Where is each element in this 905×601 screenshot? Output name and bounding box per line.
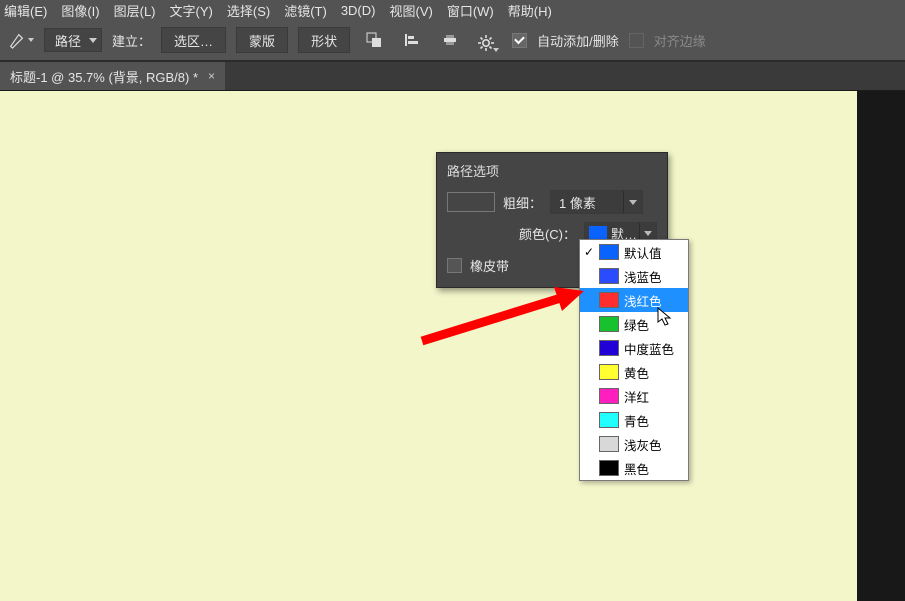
- color-option[interactable]: 黄色: [580, 360, 688, 384]
- color-swatch-icon: [599, 364, 619, 380]
- pen-tool-icon[interactable]: [8, 31, 26, 49]
- color-option[interactable]: 黑色: [580, 456, 688, 480]
- color-swatch-icon: [599, 412, 619, 428]
- check-icon: ✓: [584, 245, 594, 259]
- chevron-down-icon[interactable]: [623, 191, 642, 213]
- color-option-label: 青色: [624, 411, 649, 430]
- thickness-label: 粗细：: [503, 193, 542, 212]
- color-label: 颜色(C)：: [519, 224, 576, 243]
- make-mask-label: 蒙版: [249, 31, 275, 50]
- color-swatch-icon: [599, 292, 619, 308]
- color-option[interactable]: 浅灰色: [580, 432, 688, 456]
- options-bar: 路径 建立： 选区… 蒙版 形状 自动添加/删除 对齐边缘: [0, 20, 905, 61]
- color-option-label: 黄色: [624, 363, 649, 382]
- menu-3d[interactable]: 3D(D): [341, 3, 376, 18]
- mouse-cursor-icon: [657, 307, 673, 327]
- color-option-label: 中度蓝色: [624, 339, 674, 358]
- path-arrange-icon[interactable]: [436, 28, 464, 52]
- color-option[interactable]: 中度蓝色: [580, 336, 688, 360]
- chevron-down-icon: [493, 48, 499, 52]
- menu-edit[interactable]: 编辑(E): [4, 1, 47, 20]
- menu-help[interactable]: 帮助(H): [508, 1, 552, 20]
- color-swatch-icon: [599, 268, 619, 284]
- color-swatch-icon: [589, 226, 607, 240]
- align-edges-checkbox[interactable]: [629, 33, 644, 48]
- path-align-icon[interactable]: [398, 28, 426, 52]
- color-option[interactable]: 洋红: [580, 384, 688, 408]
- color-swatch-icon: [599, 388, 619, 404]
- rubber-band-label: 橡皮带: [470, 256, 509, 275]
- path-mode-label: 路径: [55, 31, 81, 50]
- path-operations-icon[interactable]: [360, 28, 388, 52]
- path-mode-dropdown[interactable]: 路径: [44, 28, 102, 52]
- auto-add-delete-label: 自动添加/删除: [537, 31, 619, 50]
- color-option[interactable]: 青色: [580, 408, 688, 432]
- thickness-input[interactable]: 1 像素: [550, 190, 643, 214]
- color-option-label: 浅红色: [624, 291, 662, 310]
- chevron-down-icon: [89, 38, 97, 43]
- popover-title: 路径选项: [437, 153, 667, 186]
- make-selection-button[interactable]: 选区…: [161, 27, 226, 53]
- color-option[interactable]: 浅蓝色: [580, 264, 688, 288]
- menu-select[interactable]: 选择(S): [227, 1, 270, 20]
- color-swatch-icon: [599, 316, 619, 332]
- menu-view[interactable]: 视图(V): [389, 1, 432, 20]
- preview-swatch[interactable]: [447, 192, 495, 212]
- color-option[interactable]: ✓ 默认值: [580, 240, 688, 264]
- annotation-arrow-icon: [414, 279, 594, 349]
- auto-add-delete-checkbox[interactable]: [512, 33, 527, 48]
- menu-layer[interactable]: 图层(L): [114, 1, 156, 20]
- menu-text[interactable]: 文字(Y): [170, 1, 213, 20]
- menu-bar: 编辑(E) 图像(I) 图层(L) 文字(Y) 选择(S) 滤镜(T) 3D(D…: [0, 0, 905, 20]
- color-option-label: 洋红: [624, 387, 649, 406]
- make-shape-button[interactable]: 形状: [298, 27, 350, 53]
- document-tab-bar: 标题-1 @ 35.7% (背景, RGB/8) * ×: [0, 61, 905, 91]
- path-settings-button[interactable]: [474, 28, 502, 52]
- rubber-band-checkbox[interactable]: [447, 258, 462, 273]
- document-tab-title: 标题-1 @ 35.7% (背景, RGB/8) *: [10, 67, 198, 86]
- thickness-value: 1 像素: [551, 193, 623, 212]
- color-dropdown-list: ✓ 默认值浅蓝色浅红色绿色中度蓝色黄色洋红青色浅灰色黑色: [579, 239, 689, 481]
- menu-window[interactable]: 窗口(W): [447, 1, 494, 20]
- make-shape-label: 形状: [311, 31, 337, 50]
- color-swatch-icon: [599, 460, 619, 476]
- document-tab[interactable]: 标题-1 @ 35.7% (背景, RGB/8) * ×: [0, 62, 225, 90]
- tool-caret-icon[interactable]: [28, 38, 34, 42]
- menu-image[interactable]: 图像(I): [61, 1, 99, 20]
- color-swatch-icon: [599, 244, 619, 260]
- build-label: 建立：: [112, 31, 151, 50]
- make-mask-button[interactable]: 蒙版: [236, 27, 288, 53]
- color-option-label: 浅蓝色: [624, 267, 662, 286]
- make-selection-label: 选区…: [174, 31, 213, 50]
- close-icon[interactable]: ×: [208, 69, 215, 83]
- workspace: 路径选项 粗细： 1 像素 颜色(C)： 默… 橡皮带 ✓默认值浅蓝色浅红色绿色…: [0, 91, 905, 601]
- color-option-label: 绿色: [624, 315, 649, 334]
- color-option-label: 黑色: [624, 459, 649, 478]
- menu-filter[interactable]: 滤镜(T): [284, 1, 327, 20]
- align-edges-label: 对齐边缘: [654, 31, 706, 50]
- color-swatch-icon: [599, 436, 619, 452]
- color-option-label: 默认值: [624, 243, 662, 262]
- color-option-label: 浅灰色: [624, 435, 662, 454]
- color-swatch-icon: [599, 340, 619, 356]
